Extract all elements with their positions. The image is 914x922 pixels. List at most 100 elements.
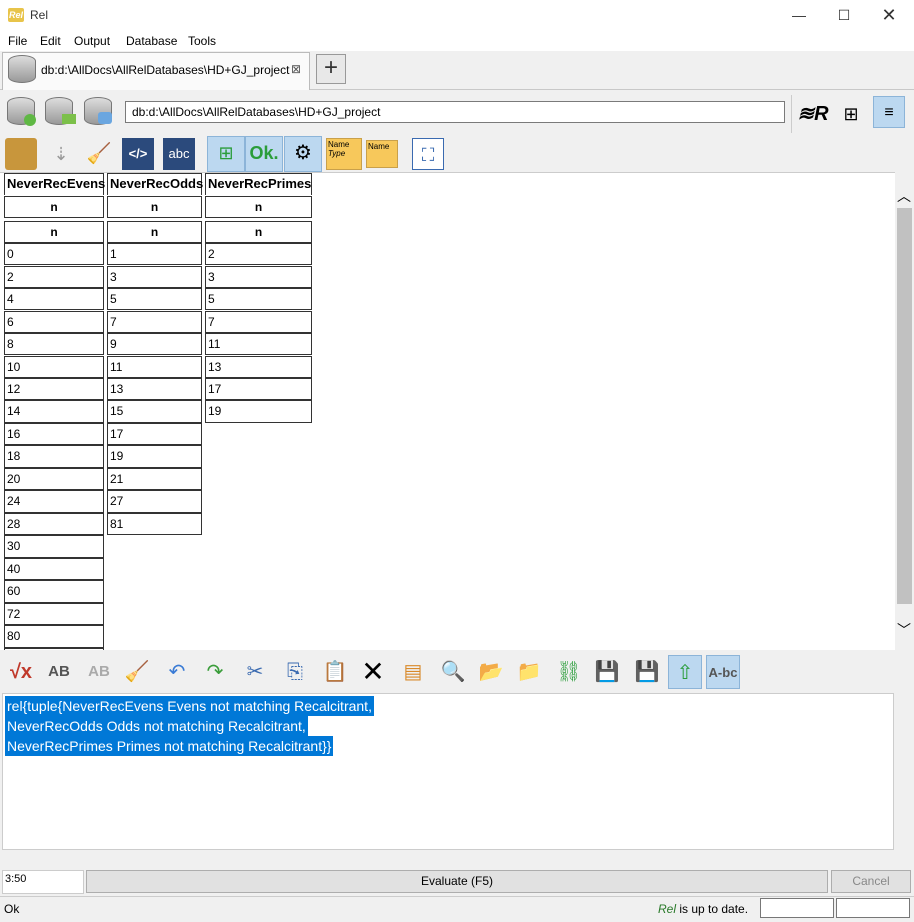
history-icon[interactable]: ▤ [396,655,430,689]
editor-scrollbar[interactable] [894,693,912,850]
link-badge-icon [98,112,112,124]
close-window-button[interactable]: ✕ [866,0,912,31]
clear-broom-icon[interactable]: 🧹 [83,138,115,170]
clear-editor-icon[interactable]: 🧹 [120,655,154,689]
save-output-icon[interactable] [5,138,37,170]
table-cell: 7 [107,310,202,333]
evaluate-button[interactable]: Evaluate (F5) [86,870,828,893]
table-cell: 0 [4,243,104,266]
new-tab-button[interactable]: + [316,54,346,84]
evaluate-sqrt-icon[interactable]: √x [4,655,38,689]
scroll-down-icon[interactable]: ﹀ [897,620,911,640]
editor-line: NeverRecOdds Odds not matching Recalcitr… [5,716,308,736]
code-editor[interactable]: rel{tuple{NeverRecEvens Evens not matchi… [2,693,894,850]
maximize-button[interactable]: ☐ [821,0,867,31]
table-cell: 10 [4,355,104,378]
name-label: Name [328,140,350,149]
output-panel: NeverRecEvens n n 0 2 4 6 8 10 12 14 16 18 20 24 28 30 40… [0,172,895,650]
editor-hscrollbar[interactable] [2,850,894,867]
cursor-position: 3:50 [2,870,84,894]
insert-file-icon[interactable]: 📁 [512,655,546,689]
menu-database[interactable]: Database [126,34,177,48]
menu-tools[interactable]: Tools [188,34,216,48]
table-cell: 17 [205,378,312,401]
menu-file[interactable]: File [8,34,27,48]
ok-toggle-button[interactable]: Ok. [245,136,283,172]
paste-icon[interactable]: 📋 [318,655,352,689]
relation-heading: NeverRecPrimes [205,173,312,195]
save-icon[interactable]: 💾 [590,655,624,689]
inner-attribute-heading: n [4,221,104,243]
table-cell: 8 [4,333,104,356]
table-cell: 13 [107,378,202,401]
table-cell: 80 [4,625,104,648]
table-cell: 13 [205,355,312,378]
tree-icon[interactable]: ⛓ [552,655,586,689]
redo-icon[interactable]: ↷ [198,655,232,689]
table-cell: 16 [4,422,104,446]
cpu-meter [836,898,910,918]
cancel-button[interactable]: Cancel [831,870,911,893]
save-history-icon[interactable]: 💾 [630,655,664,689]
arrow-right-icon [62,114,76,124]
enhanced-output-icon[interactable]: ⇧ [668,655,702,689]
table-cell: 3 [107,265,202,288]
table-add-icon[interactable]: ⊞ [207,136,245,172]
menu-edit[interactable]: Edit [40,34,61,48]
table-cell: 81 [107,512,202,536]
attribute-heading: n [4,196,104,218]
table-cell: 4 [4,288,104,311]
cut-icon[interactable]: ✂ [238,655,272,689]
database-icon [8,55,36,83]
table-cell: 100 [4,647,104,650]
table-cell: 9 [107,333,202,356]
relation-column: NeverRecEvens n n 0 2 4 6 8 10 12 14 16 18 20 24 28 30 40… [4,173,105,650]
minimize-button[interactable]: — [776,0,822,31]
table-cell: 28 [4,512,104,536]
rel-mode-icon[interactable]: ≋R [797,98,829,130]
table-cell: 3 [205,265,312,288]
table-cell: 18 [4,445,104,468]
diagram-mode-icon[interactable]: ⊞ [835,98,867,130]
show-heading-types-button[interactable]: Name Type [326,138,362,170]
undo-icon[interactable]: ↶ [160,655,194,689]
text-abc-icon[interactable]: abc [163,138,195,170]
relation-column: NeverRecPrimes n n 2 3 5 7 11 13 17 19 [205,173,312,423]
table-cell: 21 [107,467,202,491]
type-label: Type [328,149,346,158]
tab-label: db:d:\AllDocs\AllRelDatabases\HD+GJ_proj… [41,63,290,77]
find-replace-icon[interactable]: 🔍 [436,655,470,689]
inner-attribute-heading: n [107,221,202,243]
table-cell: 20 [4,467,104,491]
relation-heading: NeverRecEvens [4,173,105,195]
export-icon[interactable]: ⇣ [45,138,77,170]
add-badge-icon [24,114,36,126]
table-cell: 15 [107,400,202,423]
table-cell: 5 [107,288,202,311]
table-cell: 7 [205,310,312,333]
table-cell: 60 [4,580,104,603]
table-cell: 6 [4,310,104,333]
auto-clear-icon[interactable]: ⚙ [284,136,322,172]
load-file-icon[interactable]: 📂 [474,655,508,689]
scroll-up-icon[interactable]: ︿ [897,186,911,206]
memory-meter [760,898,834,918]
show-heading-button[interactable]: Name [366,140,398,168]
attribute-heading: n [205,196,312,218]
copy-icon[interactable]: ⎘ [278,655,312,689]
fullscreen-icon[interactable]: ⛶ [412,138,444,170]
undo-rename-icon[interactable]: AB [42,655,76,689]
wrap-text-icon[interactable]: A-bc [706,655,740,689]
database-path-field[interactable]: db:d:\AllDocs\AllRelDatabases\HD+GJ_proj… [125,101,785,123]
menu-output[interactable]: Output [74,34,110,48]
table-cell: 30 [4,535,104,558]
command-mode-icon[interactable]: ≡ [873,96,905,128]
tab-close-icon[interactable]: ⊠ [291,62,301,76]
delete-icon[interactable]: ✕ [356,655,390,689]
rename-icon[interactable]: AB [82,655,116,689]
output-scroll-thumb[interactable] [897,208,912,604]
table-cell: 5 [205,288,312,311]
html-tag-icon[interactable]: </> [122,138,154,170]
table-cell: 40 [4,557,104,581]
table-cell: 1 [107,243,202,266]
